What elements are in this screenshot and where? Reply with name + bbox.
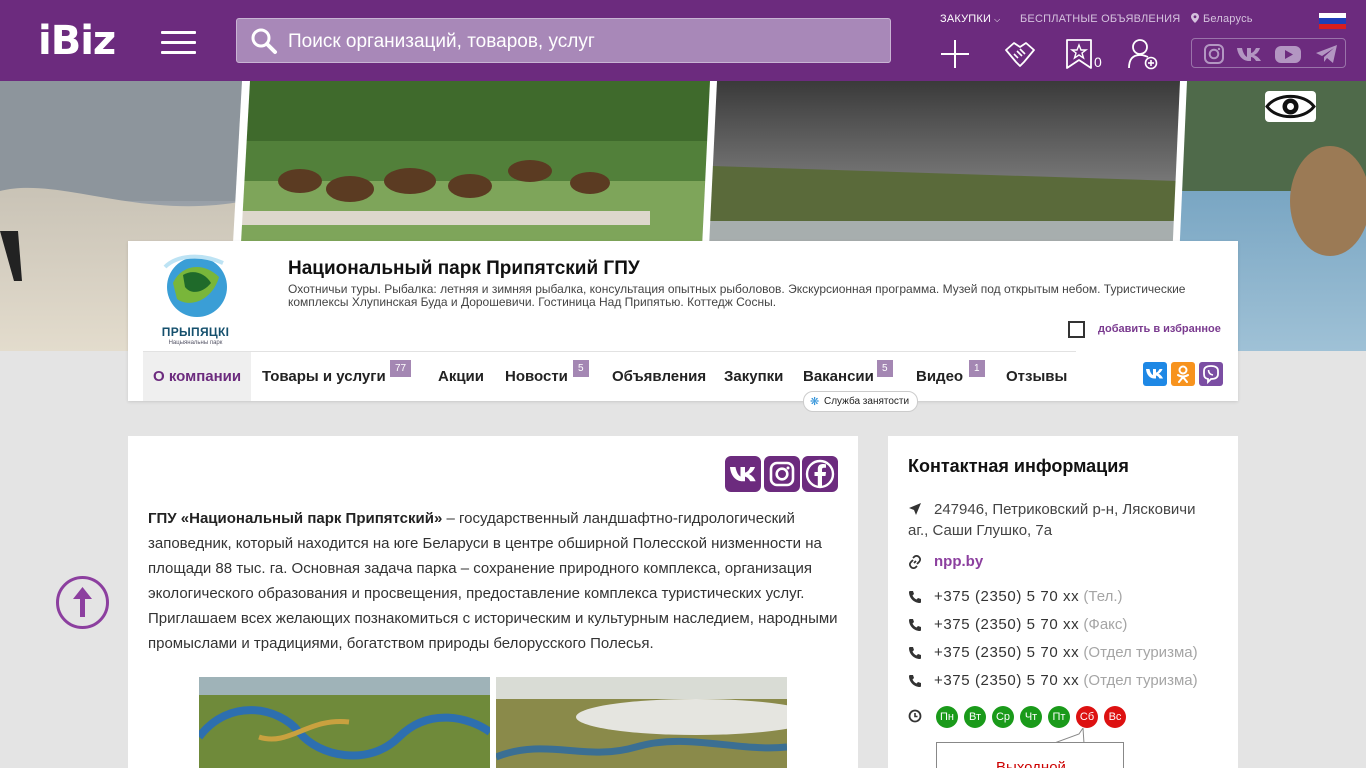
employment-service-link[interactable]: ❋ Служба занятости bbox=[803, 391, 919, 412]
day-wednesday[interactable]: Ср bbox=[992, 706, 1014, 728]
employment-service-label: Служба занятости bbox=[824, 396, 910, 407]
contact-site-link[interactable]: npp.by bbox=[934, 553, 983, 570]
nav-purchases[interactable]: ЗАКУПКИ ⌵ bbox=[940, 13, 1000, 25]
tab-promotions[interactable]: Акции bbox=[438, 352, 484, 401]
vk-icon[interactable] bbox=[1236, 43, 1266, 65]
clock-icon bbox=[908, 709, 922, 723]
tab-vacancies-badge: 5 bbox=[877, 360, 893, 377]
company-logo: ПРЫПЯЦКІ Нацыянальны парк bbox=[143, 247, 248, 351]
handshake-icon[interactable] bbox=[1004, 38, 1036, 70]
search-input[interactable]: Поиск организаций, товаров, услуг bbox=[236, 18, 891, 63]
search-icon bbox=[251, 28, 277, 54]
site-logo[interactable]: iBiz bbox=[38, 18, 116, 64]
tab-about[interactable]: О компании bbox=[143, 352, 252, 401]
about-section: ГПУ «Национальный парк Припятский» – гос… bbox=[128, 436, 858, 768]
day-saturday[interactable]: Сб bbox=[1076, 706, 1098, 728]
language-flag-icon[interactable] bbox=[1319, 13, 1346, 29]
day-monday[interactable]: Пн bbox=[936, 706, 958, 728]
company-logo-text: ПРЫПЯЦКІ bbox=[161, 325, 230, 339]
contact-phone-note: (Отдел туризма) bbox=[1083, 644, 1198, 661]
contact-phone-note: (Отдел туризма) bbox=[1083, 672, 1198, 689]
phone-icon bbox=[909, 591, 921, 603]
tab-ads[interactable]: Объявления bbox=[612, 352, 706, 401]
location-icon bbox=[1191, 13, 1199, 23]
eye-icon bbox=[1265, 94, 1316, 119]
contact-phone-note: (Факс) bbox=[1083, 616, 1128, 633]
tab-purchases[interactable]: Закупки bbox=[724, 352, 783, 401]
tab-video-badge: 1 bbox=[969, 360, 985, 377]
sparkle-icon: ❋ bbox=[810, 396, 820, 408]
gallery-photo-river-bend[interactable] bbox=[199, 677, 490, 768]
contact-phone-number[interactable]: +375 (2350) 5 70 xx bbox=[934, 644, 1079, 661]
add-favorite-checkbox[interactable] bbox=[1068, 321, 1085, 338]
day-tuesday[interactable]: Вт bbox=[964, 706, 986, 728]
contact-panel: Контактная информация 247946, Петриковск… bbox=[888, 436, 1238, 768]
day-friday[interactable]: Пт bbox=[1048, 706, 1070, 728]
scroll-up-button[interactable] bbox=[56, 576, 109, 629]
facebook-icon[interactable] bbox=[802, 456, 838, 492]
contact-phone-number[interactable]: +375 (2350) 5 70 xx bbox=[934, 588, 1079, 605]
share-vk-icon[interactable] bbox=[1143, 362, 1167, 386]
tab-video[interactable]: Видео bbox=[916, 352, 963, 401]
gallery-photo-misty-valley[interactable] bbox=[496, 677, 787, 768]
phone-icon bbox=[909, 675, 921, 687]
tab-news-badge: 5 bbox=[573, 360, 589, 377]
plus-icon[interactable] bbox=[939, 38, 971, 70]
contact-phone-number[interactable]: +375 (2350) 5 70 xx bbox=[934, 616, 1079, 633]
vk-icon[interactable] bbox=[725, 456, 761, 492]
tab-products-badge: 77 bbox=[390, 360, 412, 377]
schedule-popup: Выходной bbox=[936, 742, 1124, 768]
contact-address: 247946, Петриковский р-н, Лясковичи аг.,… bbox=[908, 501, 1196, 539]
nav-free-ads[interactable]: БЕСПЛАТНЫЕ ОБЪЯВЛЕНИЯ bbox=[1020, 13, 1180, 25]
arrow-up-icon bbox=[73, 587, 92, 617]
contact-phone-note: (Тел.) bbox=[1083, 588, 1123, 605]
day-off-label: Выходной bbox=[996, 759, 1066, 768]
phone-icon bbox=[909, 619, 921, 631]
about-text: ГПУ «Национальный парк Припятский» – гос… bbox=[148, 506, 843, 656]
telegram-icon[interactable] bbox=[1315, 43, 1339, 65]
share-viber-icon[interactable] bbox=[1199, 362, 1223, 386]
tab-reviews[interactable]: Отзывы bbox=[1006, 352, 1067, 401]
search-placeholder: Поиск организаций, товаров, услуг bbox=[288, 31, 595, 52]
nav-region-label: Беларусь bbox=[1203, 13, 1253, 25]
star-icon[interactable] bbox=[1064, 38, 1096, 70]
company-title: Национальный парк Припятский ГПУ bbox=[288, 258, 640, 279]
link-icon bbox=[908, 555, 922, 569]
menu-icon[interactable] bbox=[161, 31, 196, 55]
about-lead: ГПУ «Национальный парк Припятский» bbox=[148, 510, 443, 527]
social-links-top bbox=[1191, 38, 1346, 68]
tab-news[interactable]: Новости bbox=[505, 352, 568, 401]
add-favorite-label[interactable]: добавить в избранное bbox=[1098, 323, 1221, 335]
contact-heading: Контактная информация bbox=[908, 456, 1129, 476]
day-sunday[interactable]: Вс bbox=[1104, 706, 1126, 728]
contact-phone-number[interactable]: +375 (2350) 5 70 xx bbox=[934, 672, 1079, 689]
favorites-count: 0 bbox=[1094, 54, 1102, 70]
user-add-icon[interactable] bbox=[1127, 38, 1159, 70]
chevron-down-icon: ⌵ bbox=[994, 15, 1001, 24]
nav-purchases-label: ЗАКУПКИ bbox=[940, 13, 992, 25]
tab-products[interactable]: Товары и услуги bbox=[262, 352, 386, 401]
top-bar: iBiz Поиск организаций, товаров, услуг З… bbox=[0, 0, 1366, 81]
about-body: – государственный ландшафтно-гидрологиче… bbox=[148, 510, 838, 652]
nav-region[interactable]: Беларусь bbox=[1191, 13, 1253, 25]
instagram-icon[interactable] bbox=[1203, 43, 1225, 65]
company-card: ПРЫПЯЦКІ Нацыянальны парк Национальный п… bbox=[128, 241, 1238, 401]
day-thursday[interactable]: Чт bbox=[1020, 706, 1042, 728]
youtube-icon[interactable] bbox=[1274, 43, 1302, 65]
company-logo-subtext: Нацыянальны парк bbox=[168, 340, 223, 346]
company-description: Охотничьи туры. Рыбалка: летняя и зимняя… bbox=[288, 282, 1186, 309]
share-odnoklassniki-icon[interactable] bbox=[1171, 362, 1195, 386]
phone-icon bbox=[909, 647, 921, 659]
accessibility-eye-button[interactable] bbox=[1265, 91, 1316, 122]
company-logo-emblem bbox=[163, 254, 227, 317]
instagram-icon[interactable] bbox=[764, 456, 800, 492]
